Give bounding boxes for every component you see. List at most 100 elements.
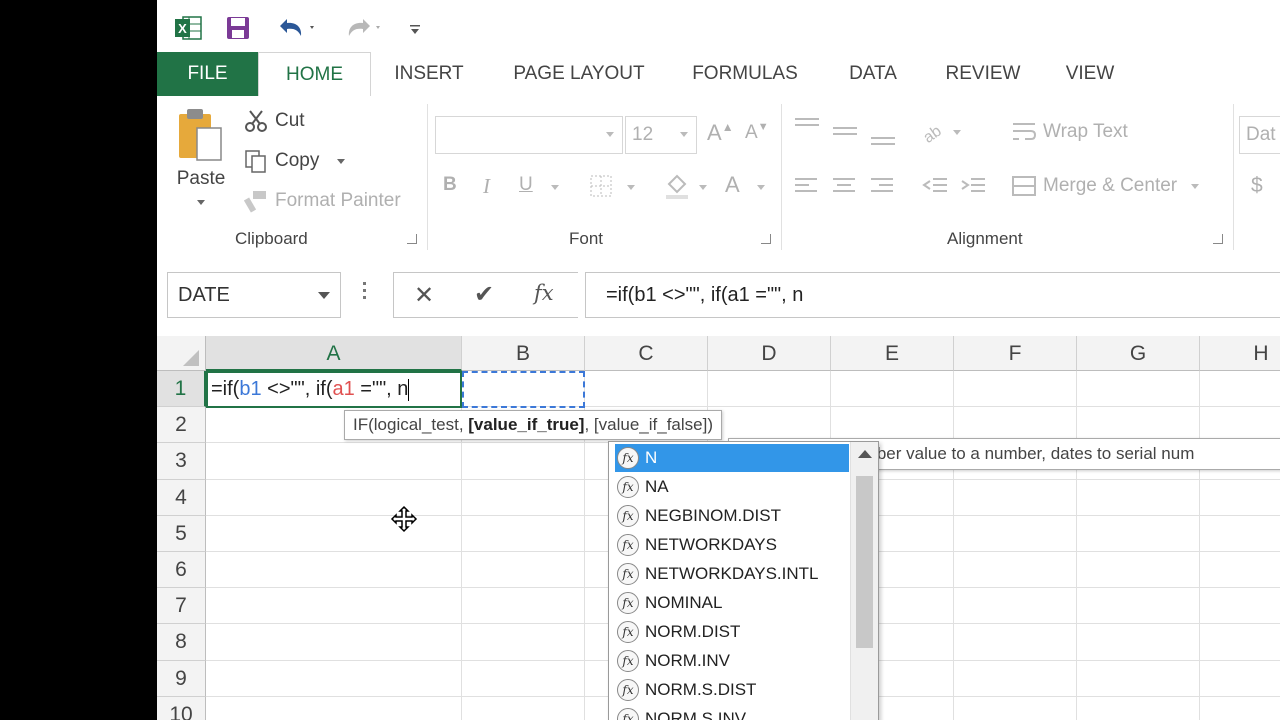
row-header-2[interactable]: 2	[157, 407, 206, 444]
shrink-font-button[interactable]: A ▼	[745, 121, 769, 144]
fill-color-dropdown-icon[interactable]	[699, 185, 707, 190]
enter-button[interactable]: ✔	[474, 280, 494, 309]
function-icon: fx	[617, 592, 639, 614]
grow-font-button[interactable]: A ▲	[707, 120, 734, 146]
autocomplete-item[interactable]: fx NA	[615, 473, 849, 501]
align-center-button[interactable]	[831, 176, 857, 198]
column-header-d[interactable]: D	[708, 336, 831, 371]
increase-indent-button[interactable]	[959, 176, 987, 198]
align-right-button[interactable]	[869, 176, 895, 198]
column-header-e[interactable]: E	[831, 336, 954, 371]
column-header-c[interactable]: C	[585, 336, 708, 371]
undo-icon[interactable]	[271, 10, 321, 46]
column-header-h[interactable]: H	[1200, 336, 1280, 371]
autocomplete-item[interactable]: fx NORM.S.DIST	[615, 676, 849, 704]
copy-button[interactable]: Copy	[243, 146, 346, 176]
number-format-combo[interactable]: Dat	[1239, 116, 1280, 154]
autocomplete-item[interactable]: fx NETWORKDAYS	[615, 531, 849, 559]
tab-file[interactable]: FILE	[157, 52, 258, 96]
fill-color-button[interactable]	[663, 172, 691, 200]
font-size-combo[interactable]: 12	[625, 116, 697, 154]
column-gridline	[1076, 371, 1077, 720]
row-header-8[interactable]: 8	[157, 624, 206, 661]
scrollbar-thumb[interactable]	[856, 476, 873, 648]
align-left-icon	[795, 178, 817, 192]
top-align-button[interactable]	[793, 116, 821, 138]
clipboard-launcher-icon[interactable]	[407, 234, 417, 244]
customize-qat-icon[interactable]	[403, 10, 427, 46]
borders-dropdown-icon[interactable]	[627, 185, 635, 190]
autocomplete-item[interactable]: fx NORM.S.INV	[615, 705, 849, 720]
font-launcher-icon[interactable]	[761, 234, 771, 244]
autocomplete-item[interactable]: fx N	[615, 444, 849, 472]
function-icon: fx	[617, 505, 639, 527]
excel-logo-icon[interactable]: X	[173, 10, 203, 46]
wrap-text-button[interactable]: Wrap Text	[1011, 120, 1128, 144]
autocomplete-item[interactable]: fx NETWORKDAYS.INTL	[615, 560, 849, 588]
tab-home[interactable]: HOME	[258, 52, 371, 97]
autocomplete-scrollbar[interactable]	[850, 442, 878, 720]
column-header-a[interactable]: A	[206, 336, 462, 371]
column-header-f[interactable]: F	[954, 336, 1077, 371]
wrap-text-label: Wrap Text	[1043, 121, 1128, 142]
tab-review[interactable]: REVIEW	[941, 52, 1025, 96]
tab-page-layout[interactable]: PAGE LAYOUT	[499, 52, 659, 96]
tab-view[interactable]: VIEW	[1057, 52, 1123, 96]
row-header-5[interactable]: 5	[157, 515, 206, 552]
function-autocomplete-list[interactable]: fx Nfx NA fx NEGBINOM.DIST fx NETWORKDAYS fx NET…	[608, 441, 879, 720]
scroll-up-arrow-icon[interactable]	[858, 450, 872, 458]
italic-button[interactable]: I	[483, 174, 490, 199]
merge-center-label: Merge & Center	[1043, 175, 1178, 196]
cut-button[interactable]: Cut	[243, 106, 305, 136]
orientation-button[interactable]: ab	[921, 120, 961, 144]
group-separator	[1233, 104, 1234, 250]
column-header-b[interactable]: B	[462, 336, 585, 371]
select-all-corner[interactable]	[157, 336, 206, 371]
insert-function-button[interactable]: fx	[534, 281, 554, 305]
row-header-1[interactable]: 1	[157, 371, 206, 408]
decrease-indent-button[interactable]	[921, 176, 949, 198]
tooltip-current-arg[interactable]: [value_if_true]	[468, 415, 584, 434]
row-header-3[interactable]: 3	[157, 443, 206, 480]
cut-label: Cut	[275, 110, 305, 131]
font-color-button[interactable]: A	[725, 172, 740, 198]
underline-dropdown-icon[interactable]	[551, 185, 559, 190]
autocomplete-item[interactable]: fx NORM.DIST	[615, 618, 849, 646]
alignment-launcher-icon[interactable]	[1213, 234, 1223, 244]
name-box[interactable]: DATE	[167, 272, 341, 318]
row-header-6[interactable]: 6	[157, 552, 206, 589]
currency-button[interactable]: $	[1251, 174, 1263, 198]
bottom-align-button[interactable]	[869, 130, 897, 152]
underline-button[interactable]: U	[519, 174, 533, 196]
format-painter-button[interactable]: Format Painter	[243, 186, 401, 216]
paste-button[interactable]: Paste	[175, 106, 227, 205]
cancel-button[interactable]: ✕	[414, 281, 434, 310]
middle-align-button[interactable]	[831, 122, 859, 144]
row-header-4[interactable]: 4	[157, 479, 206, 516]
align-left-button[interactable]	[793, 176, 819, 198]
tab-formulas[interactable]: FORMULAS	[685, 52, 805, 96]
row-header-7[interactable]: 7	[157, 588, 206, 625]
font-color-dropdown-icon[interactable]	[757, 185, 765, 190]
formula-bar-grip-icon[interactable]	[363, 282, 367, 306]
row-header-9[interactable]: 9	[157, 660, 206, 697]
quick-access-toolbar: X	[157, 0, 1280, 52]
autocomplete-item[interactable]: fx NORM.INV	[615, 647, 849, 675]
borders-button[interactable]	[589, 174, 613, 198]
autocomplete-item[interactable]: fx NOMINAL	[615, 589, 849, 617]
column-header-g[interactable]: G	[1077, 336, 1200, 371]
autocomplete-item[interactable]: fx NEGBINOM.DIST	[615, 502, 849, 530]
bold-button[interactable]: B	[443, 174, 457, 196]
align-right-icon	[871, 178, 893, 192]
formula-input[interactable]: =if(b1 <>"", if(a1 ="", n	[585, 272, 1280, 318]
tab-insert[interactable]: INSERT	[379, 52, 479, 96]
function-icon: fx	[617, 650, 639, 672]
row-header-10[interactable]: 10	[157, 696, 206, 720]
redo-icon[interactable]	[339, 10, 389, 46]
active-cell-a1[interactable]: =if(b1 <>"", if(a1 ="", n	[206, 371, 462, 408]
save-icon[interactable]	[223, 10, 253, 46]
font-name-combo[interactable]	[435, 116, 623, 154]
merge-center-button[interactable]: Merge & Center	[1011, 174, 1200, 198]
tab-data[interactable]: DATA	[837, 52, 909, 96]
autocomplete-item-label: NORM.S.DIST	[645, 680, 757, 699]
